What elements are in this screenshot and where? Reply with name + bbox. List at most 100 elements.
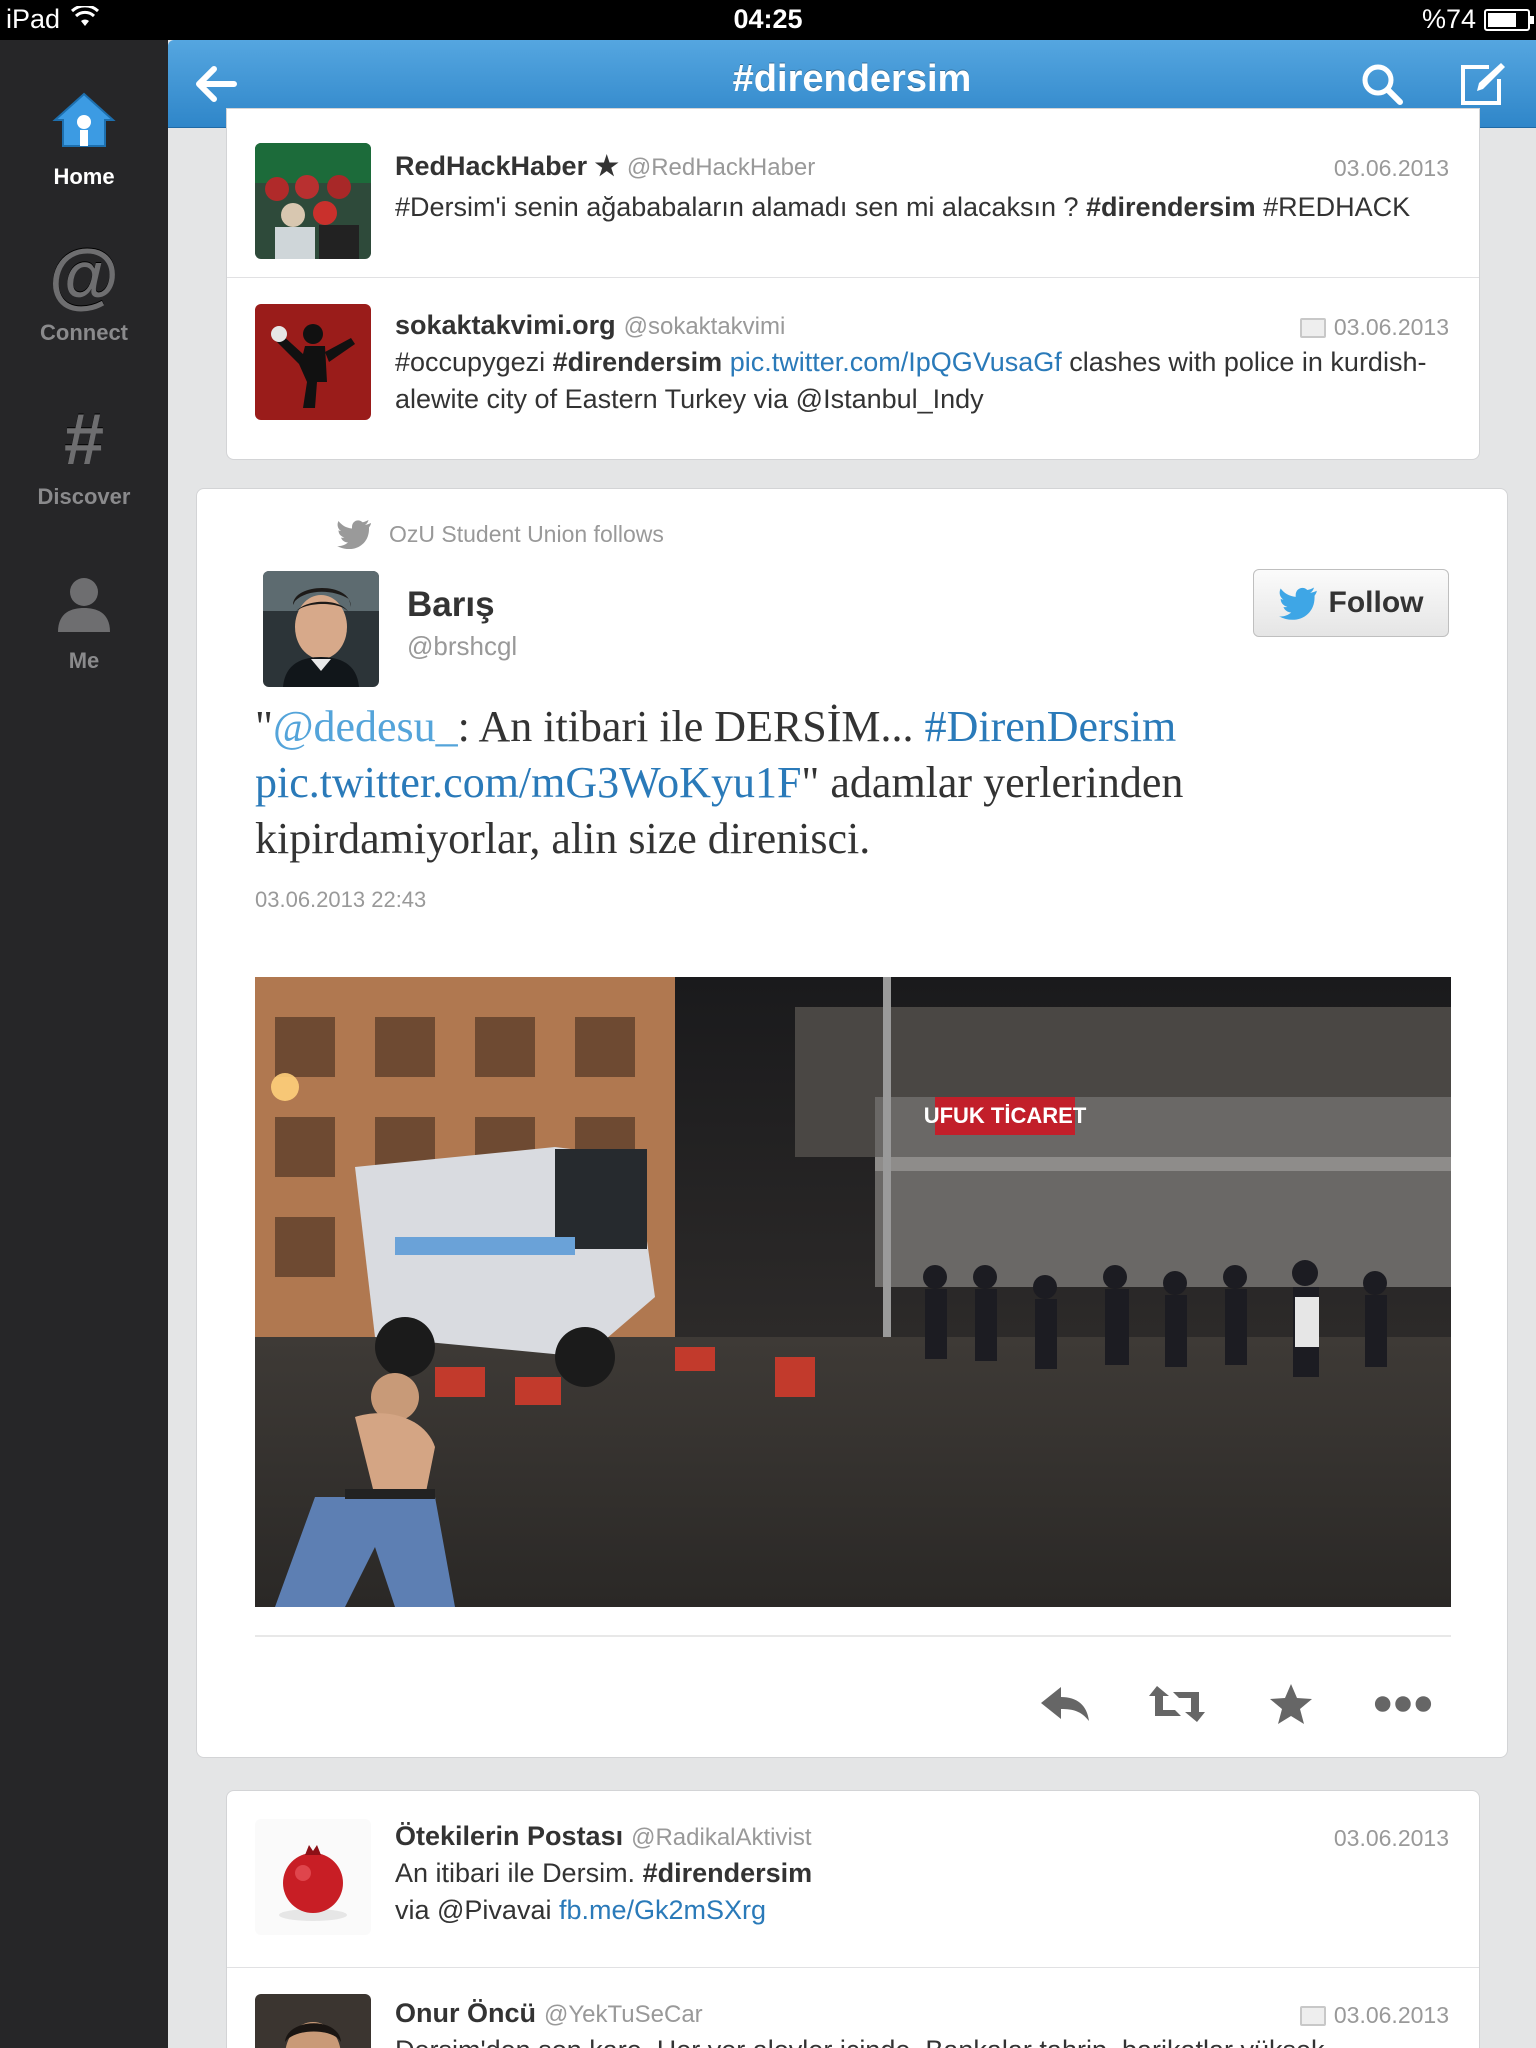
- text-part: #Dersim'i senin ağababaların alamadı sen…: [395, 192, 1087, 222]
- author-handle: @RedHackHaber: [626, 154, 816, 181]
- status-bar: iPad 04:25 %74: [0, 0, 1536, 40]
- tweet-author[interactable]: RedHackHaber ★ @RedHackHaber: [395, 151, 815, 182]
- text-part: An itibari ile Dersim.: [395, 1858, 643, 1888]
- twitter-bird-icon: [1278, 587, 1317, 620]
- follow-button[interactable]: Follow: [1253, 569, 1449, 637]
- tweet-timestamp: 03.06.2013 22:43: [255, 887, 427, 912]
- date-text: 03.06.2013: [1333, 1825, 1449, 1851]
- at-icon: @: [48, 236, 120, 316]
- tweet-date: 03.06.2013: [1334, 1825, 1449, 1852]
- avatar[interactable]: [255, 1994, 371, 2048]
- sidebar-item-home[interactable]: Home: [0, 80, 168, 230]
- page-title: #direndersim: [732, 58, 972, 100]
- sidebar-item-connect[interactable]: @ Connect: [0, 236, 168, 386]
- search-icon: [1362, 64, 1403, 105]
- sidebar: Home @ Connect # Discover Me: [0, 40, 168, 2048]
- sidebar-item-label: Discover: [37, 484, 131, 509]
- tweet-text: An itibari ile Dersim. #direndersim via @…: [395, 1855, 1455, 1929]
- text-part: #occupygezi: [395, 347, 553, 377]
- person-icon: [58, 578, 110, 632]
- twitter-bird-icon: [337, 520, 371, 549]
- divider: [255, 1635, 1451, 1637]
- tweet-photo[interactable]: UFUK TİCARET: [255, 977, 1451, 1607]
- retweet-icon: [1149, 1686, 1205, 1722]
- verified-star-icon: ★: [594, 151, 619, 181]
- date-text: 03.06.2013: [1333, 155, 1449, 181]
- hashtag[interactable]: #direndersim: [553, 347, 723, 377]
- tweet-date: 03.06.2013: [1299, 2002, 1449, 2029]
- tweet-text: "@dedesu_: An itibari ile DERSİM... #Dir…: [255, 699, 1455, 867]
- text-part: ": [255, 702, 273, 751]
- author-name[interactable]: Barış: [407, 585, 495, 625]
- tweet-author[interactable]: sokaktakvimi.org @sokaktakvimi: [395, 310, 785, 341]
- text-part: #REDHACK: [1255, 192, 1411, 222]
- hashtag-link[interactable]: #DirenDersim: [925, 702, 1177, 751]
- tweet-group: RedHackHaber ★ @RedHackHaber 03.06.2013 #…: [226, 108, 1480, 460]
- tweet-link[interactable]: fb.me/Gk2mSXrg: [559, 1895, 766, 1925]
- avatar[interactable]: [255, 304, 371, 420]
- battery-percent: %74: [1421, 4, 1476, 34]
- date-text: 03.06.2013: [1333, 2002, 1449, 2028]
- photo-link[interactable]: pic.twitter.com/mG3WoKyu1F: [255, 758, 801, 807]
- author-handle: @YekTuSeCar: [544, 2001, 703, 2028]
- photo-sign-text: UFUK TİCARET: [924, 1103, 1087, 1128]
- author-name: Ötekilerin Postası: [395, 1821, 624, 1851]
- author-name: Onur Öncü: [395, 1998, 536, 2028]
- tweet-text: Dersim'den son kare. Her yer alevler içi…: [395, 2032, 1455, 2048]
- social-context: OzU Student Union follows: [337, 519, 664, 549]
- sidebar-item-me[interactable]: Me: [0, 564, 168, 714]
- date-text: 03.06.2013: [1333, 314, 1449, 340]
- tweet-link[interactable]: pic.twitter.com/IpQGVusaGf: [722, 347, 1062, 377]
- avatar[interactable]: [255, 143, 371, 259]
- tweet-item[interactable]: sokaktakvimi.org @sokaktakvimi 03.06.2013…: [227, 278, 1479, 460]
- tweet-date: 03.06.2013: [1334, 155, 1449, 182]
- tweet-group: Ötekilerin Postası @RadikalAktivist 03.06…: [226, 1790, 1480, 2048]
- author-handle[interactable]: @brshcgl: [407, 631, 517, 662]
- home-icon: [52, 92, 116, 147]
- reply-button[interactable]: [1035, 1679, 1095, 1729]
- media-icon: [1299, 317, 1326, 338]
- tweet-text: #occupygezi #direndersim pic.twitter.com…: [395, 344, 1455, 418]
- follow-label: Follow: [1328, 586, 1424, 619]
- hash-icon: #: [63, 400, 105, 480]
- tweet-text: #Dersim'i senin ağababaların alamadı sen…: [395, 189, 1455, 226]
- text-part: via @Pivavai: [395, 1895, 559, 1925]
- avatar[interactable]: [263, 571, 379, 687]
- compose-button[interactable]: [1456, 58, 1508, 110]
- tweet-item[interactable]: Ötekilerin Postası @RadikalAktivist 03.06…: [227, 1791, 1479, 1967]
- sidebar-item-label: Connect: [40, 320, 128, 345]
- battery-icon: [1484, 8, 1534, 31]
- text-part: Dersim'den son kare. Her yer alevler içi…: [395, 2035, 1332, 2048]
- clock: 04:25: [733, 4, 803, 34]
- mention-link[interactable]: @dedesu_: [273, 702, 458, 751]
- text-part: : An itibari ile DERSİM...: [457, 702, 925, 751]
- author-handle: @RadikalAktivist: [631, 1824, 812, 1851]
- compose-icon: [1461, 63, 1505, 105]
- favorite-icon: [1270, 1684, 1312, 1724]
- more-icon: [1374, 1696, 1432, 1712]
- avatar[interactable]: [255, 1819, 371, 1935]
- content-area: #direndersim RedHackHaber ★ @RedHackHabe…: [168, 40, 1536, 2048]
- tweet-date: 03.06.2013: [1299, 314, 1449, 341]
- expanded-tweet: OzU Student Union follows Barış @brshcgl: [196, 488, 1508, 1758]
- author-name: RedHackHaber: [395, 151, 588, 181]
- favorite-button[interactable]: [1261, 1679, 1321, 1729]
- timeline: RedHackHaber ★ @RedHackHaber 03.06.2013 #…: [168, 108, 1536, 2048]
- reply-icon: [1041, 1687, 1089, 1721]
- sidebar-item-label: Me: [68, 648, 100, 673]
- tweet-author[interactable]: Onur Öncü @YekTuSeCar: [395, 1998, 703, 2029]
- tweet-item[interactable]: RedHackHaber ★ @RedHackHaber 03.06.2013 #…: [227, 109, 1479, 277]
- sidebar-item-label: Home: [53, 164, 115, 189]
- hashtag[interactable]: #direndersim: [1086, 192, 1256, 222]
- hashtag[interactable]: #direndersim: [643, 1858, 813, 1888]
- tweet-author[interactable]: Ötekilerin Postası @RadikalAktivist: [395, 1821, 812, 1852]
- tweet-item[interactable]: Onur Öncü @YekTuSeCar 03.06.2013 Dersim'd…: [227, 1968, 1479, 2048]
- sidebar-item-discover[interactable]: # Discover: [0, 400, 168, 550]
- author-name: sokaktakvimi.org: [395, 310, 616, 340]
- follows-context-text: OzU Student Union follows: [389, 520, 664, 547]
- more-button[interactable]: [1373, 1679, 1433, 1729]
- media-icon: [1299, 2005, 1326, 2026]
- retweet-button[interactable]: [1147, 1679, 1207, 1729]
- search-button[interactable]: [1356, 58, 1408, 110]
- author-handle: @sokaktakvimi: [623, 313, 786, 340]
